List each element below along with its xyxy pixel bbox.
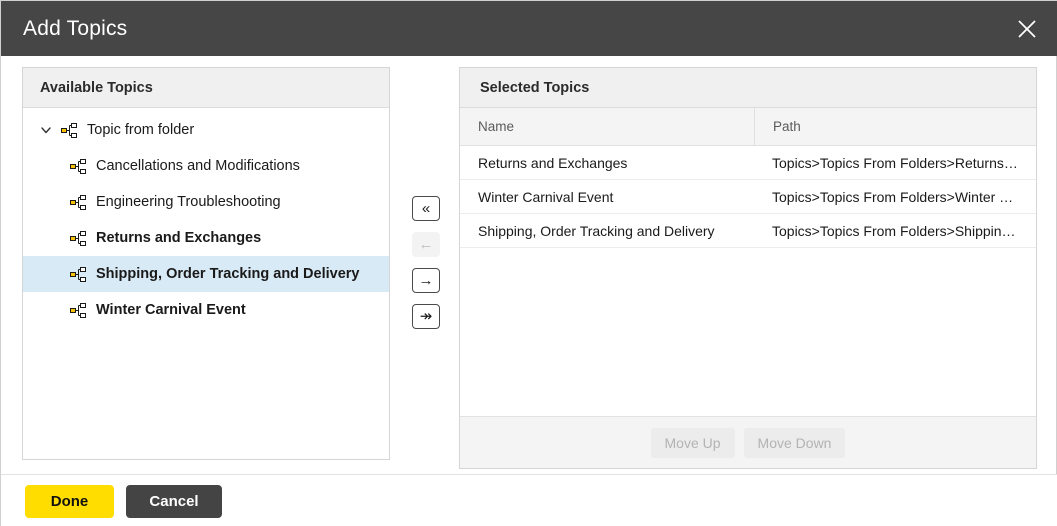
tree-item-label: Shipping, Order Tracking and Delivery: [96, 266, 360, 282]
available-topics-panel: Available Topics Topic from folder Cancel…: [22, 67, 390, 460]
available-topics-title: Available Topics: [40, 79, 153, 96]
tree-item-label: Topic from folder: [87, 122, 195, 138]
grid-footer: Move Up Move Down: [460, 416, 1036, 468]
move-down-button[interactable]: Move Down: [743, 427, 846, 458]
close-icon[interactable]: [1008, 10, 1046, 48]
transfer-button-group: « ← → ↠: [412, 196, 442, 329]
cell-path: Topics>Topics From Folders>Winter …: [772, 188, 1014, 205]
cell-path: Topics>Topics From Folders>Shippin…: [772, 222, 1016, 239]
topic-icon: [70, 266, 86, 282]
remove-selected-button: ←: [412, 232, 440, 257]
tree-item[interactable]: Topic from folder: [23, 112, 389, 148]
cell-name: Shipping, Order Tracking and Delivery: [478, 222, 715, 239]
cell-name: Winter Carnival Event: [478, 188, 614, 205]
table-row[interactable]: Shipping, Order Tracking and Delivery Top…: [460, 214, 1036, 248]
tree-item-label: Winter Carnival Event: [96, 302, 246, 318]
table-row[interactable]: Returns and Exchanges Topics>Topics From …: [460, 146, 1036, 180]
cell-path: Topics>Topics From Folders>Returns…: [772, 154, 1018, 171]
topic-icon: [70, 302, 86, 318]
move-up-button[interactable]: Move Up: [650, 427, 735, 458]
tree-item-label: Returns and Exchanges: [96, 230, 262, 246]
tree-item-label: Cancellations and Modifications: [96, 158, 300, 174]
topic-icon: [70, 158, 86, 174]
tree-item-label: Engineering Troubleshooting: [96, 194, 281, 210]
double-chevron-left-icon: «: [421, 200, 431, 217]
dialog-footer: Done Cancel: [1, 474, 1057, 526]
arrow-right-icon: →: [418, 272, 434, 289]
double-arrow-right-icon: ↠: [419, 308, 433, 325]
tree-item[interactable]: Cancellations and Modifications: [23, 148, 389, 184]
cell-name: Returns and Exchanges: [478, 154, 628, 171]
done-button[interactable]: Done: [25, 484, 114, 518]
selected-topics-panel: Selected Topics Name Path Returns and Ex…: [459, 67, 1037, 469]
selected-topics-title: Selected Topics: [480, 79, 590, 96]
cancel-button[interactable]: Cancel: [126, 484, 222, 518]
topic-icon: [70, 230, 86, 246]
tree-item[interactable]: Winter Carnival Event: [23, 292, 389, 328]
column-header-path[interactable]: Path: [754, 108, 1036, 145]
available-topics-tree[interactable]: Topic from folder Cancellations and Modif…: [23, 108, 389, 459]
selected-topics-grid: Name Path Returns and Exchanges Topics>To…: [460, 108, 1036, 416]
tree-item[interactable]: Returns and Exchanges: [23, 220, 389, 256]
remove-all-button[interactable]: «: [412, 196, 440, 221]
selected-topics-header: Selected Topics: [460, 68, 1036, 108]
dialog-titlebar: Add Topics: [1, 1, 1057, 56]
chevron-down-icon[interactable]: [37, 121, 55, 139]
arrow-left-icon: ←: [418, 236, 434, 253]
dialog-body: Available Topics Topic from folder Cancel…: [1, 56, 1057, 474]
available-topics-header: Available Topics: [23, 68, 389, 108]
tree-item[interactable]: Engineering Troubleshooting: [23, 184, 389, 220]
topic-icon: [70, 194, 86, 210]
add-topics-dialog: Add Topics Available Topics Topic from f…: [0, 0, 1057, 526]
grid-header-row: Name Path: [460, 108, 1036, 146]
table-row[interactable]: Winter Carnival Event Topics>Topics From …: [460, 180, 1036, 214]
grid-body: Returns and Exchanges Topics>Topics From …: [460, 146, 1036, 416]
column-header-name[interactable]: Name: [460, 108, 754, 145]
tree-item[interactable]: Shipping, Order Tracking and Delivery: [23, 256, 389, 292]
add-selected-button[interactable]: →: [412, 268, 440, 293]
topic-icon: [61, 122, 77, 138]
dialog-title: Add Topics: [23, 16, 128, 40]
add-all-button[interactable]: ↠: [412, 304, 440, 329]
